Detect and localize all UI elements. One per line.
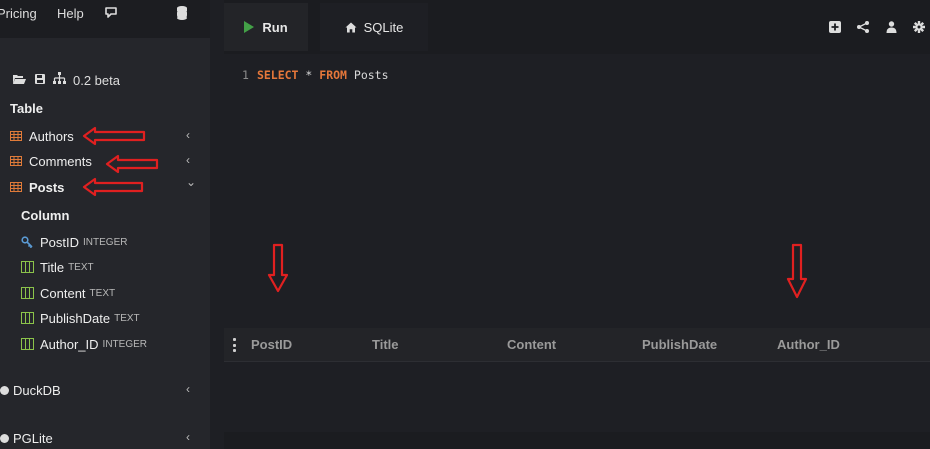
column-name: Title [40,259,65,275]
database-label: DuckDB [13,382,61,398]
main-area: Run SQLite 1 SELECT * FROM Posts PostID [210,0,930,449]
line-number: 1 [242,68,249,82]
duckdb-icon [0,385,9,395]
table-label: Authors [29,128,74,144]
folder-open-icon[interactable] [12,73,27,88]
token-table: Posts [346,68,389,82]
column-icon [21,287,34,299]
column-name: Author_ID [40,336,99,352]
column-type: TEXT [114,312,140,324]
column-item-title[interactable]: Title TEXT [21,259,94,275]
key-icon [21,236,33,248]
column-item-author-id[interactable]: Author_ID INTEGER [21,336,147,352]
editor-line[interactable]: 1 SELECT * FROM Posts [242,68,389,82]
column-section-heading: Column [21,208,70,223]
column-icon [21,261,34,273]
table-label: Posts [29,179,65,195]
sidebar-database-pglite[interactable]: PGLite [0,430,53,446]
chevron-down-icon[interactable]: ⌄ [186,175,196,189]
chevron-left-icon[interactable]: ‹ [186,153,190,167]
column-name: PostID [40,234,80,250]
column-type: INTEGER [83,236,128,248]
sql-editor[interactable]: 1 SELECT * FROM Posts [224,54,930,324]
add-icon[interactable] [828,20,842,34]
results-column-header[interactable]: PostID [251,337,292,352]
sidebar-table-posts[interactable]: Posts [10,179,64,195]
play-icon [244,21,255,33]
run-label: Run [262,19,288,35]
table-section-heading: Table [10,101,43,116]
keyword-select: SELECT [256,68,299,82]
table-label: Comments [29,153,92,169]
column-type: TEXT [68,261,94,273]
nav-link-help[interactable]: Help [57,6,84,21]
column-item-content[interactable]: Content TEXT [21,285,115,301]
chevron-left-icon[interactable]: ‹ [186,430,190,444]
sidebar-table-authors[interactable]: Authors [10,128,74,144]
save-icon[interactable] [34,73,46,88]
results-header: PostID Title Content PublishDate Author_… [224,328,930,362]
pglite-icon [0,433,9,443]
nav-link-pricing[interactable]: Pricing [0,6,37,21]
keyword-from: FROM [319,68,347,82]
results-column-header[interactable]: Content [507,337,556,352]
column-icon [21,338,34,350]
results-body [224,362,930,432]
bottom-strip [224,432,930,449]
sidebar-table-comments[interactable]: Comments [10,153,92,169]
user-icon[interactable] [884,20,898,34]
results-column-header[interactable]: Title [372,337,399,352]
run-button[interactable]: Run [224,3,308,51]
tab-label: SQLite [363,19,404,35]
results-column-header[interactable]: Author_ID [777,337,840,352]
column-icon [21,312,34,324]
share-icon[interactable] [856,20,870,34]
column-item-postid[interactable]: PostID INTEGER [21,234,127,250]
sidebar: Pricing Help 0.2 beta Table Authors ‹ Co… [0,0,210,449]
token-star: * [298,68,320,82]
column-item-publishdate[interactable]: PublishDate TEXT [21,310,140,326]
home-icon [345,22,357,32]
table-icon [10,156,22,166]
table-icon [10,131,22,141]
column-name: Content [40,285,86,301]
results-column-header[interactable]: PublishDate [642,337,717,352]
database-icon[interactable] [176,5,188,24]
tab-sqlite[interactable]: SQLite [320,3,428,51]
chevron-left-icon[interactable]: ‹ [186,128,190,142]
editor-toolbar: Run SQLite [224,0,930,54]
column-type: TEXT [89,287,116,299]
sitemap-icon[interactable] [53,72,66,88]
row-menu-icon[interactable] [232,338,236,352]
version-label: 0.2 beta [73,72,120,88]
gear-icon[interactable] [912,20,926,34]
table-icon [10,182,22,192]
column-name: PublishDate [40,310,111,326]
column-type: INTEGER [102,338,147,350]
database-label: PGLite [13,430,53,446]
sidebar-toolbar: 0.2 beta [12,72,120,88]
sidebar-database-duckdb[interactable]: DuckDB [0,382,61,398]
chat-bubble-icon[interactable] [104,5,118,22]
top-navigation: Pricing Help [0,0,210,38]
toolbar-icons [828,20,926,34]
chevron-left-icon[interactable]: ‹ [186,382,190,396]
